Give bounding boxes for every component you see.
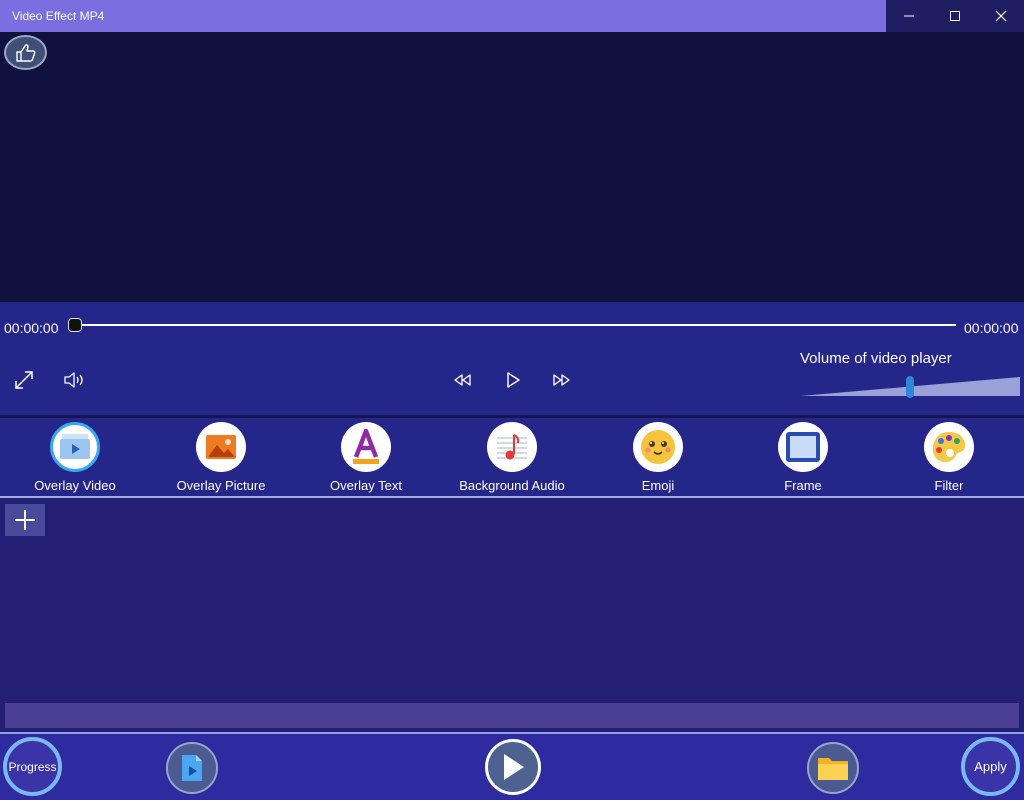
play-icon (507, 372, 520, 388)
effect-frame[interactable]: Frame (730, 418, 876, 496)
volume-button[interactable] (60, 366, 88, 394)
video-preview[interactable] (0, 32, 1024, 302)
effect-background-audio[interactable]: Background Audio (439, 418, 585, 496)
plus-icon (15, 510, 35, 530)
maximize-button[interactable] (932, 0, 978, 32)
fast-forward-icon (553, 374, 570, 386)
fullscreen-button[interactable] (10, 366, 38, 394)
thumbs-up-icon (15, 43, 35, 62)
volume-label: Volume of video player (800, 350, 952, 367)
overlay-picture-icon (196, 422, 246, 472)
effect-emoji[interactable]: Emoji (585, 418, 731, 496)
effect-label: Emoji (641, 478, 675, 493)
expand-icon (15, 371, 33, 389)
effect-overlay-picture[interactable]: Overlay Picture (148, 418, 294, 496)
preview-play-button[interactable] (485, 739, 541, 795)
play-button[interactable] (500, 366, 526, 394)
emoji-icon (633, 422, 683, 472)
progress-button[interactable]: Progress (3, 737, 62, 796)
effect-label: Overlay Text (329, 478, 402, 493)
like-button[interactable] (4, 35, 47, 70)
timeline-track[interactable] (5, 703, 1019, 728)
fast-forward-button[interactable] (548, 368, 576, 392)
effect-label: Overlay Picture (176, 478, 266, 493)
video-file-icon (182, 755, 202, 781)
current-time: 00:00:00 (4, 320, 59, 336)
overlay-text-icon (341, 422, 391, 472)
seek-bar[interactable] (76, 324, 956, 326)
window-controls (886, 0, 1024, 32)
window-title: Video Effect MP4 (12, 9, 105, 23)
total-time: 00:00:00 (964, 320, 1019, 336)
frame-icon (778, 422, 828, 472)
minimize-icon (904, 15, 914, 17)
volume-slider[interactable] (800, 376, 1020, 398)
seek-thumb[interactable] (68, 318, 82, 332)
apply-button[interactable]: Apply (961, 737, 1020, 796)
effect-overlay-video[interactable]: Overlay Video (2, 418, 148, 496)
title-bar: Video Effect MP4 (0, 0, 1024, 32)
effects-bar: Overlay Video Overlay Picture Overlay Te… (0, 418, 1024, 496)
volume-thumb (906, 376, 914, 398)
folder-icon (818, 758, 848, 780)
maximize-icon (950, 11, 960, 21)
effect-label: Frame (784, 478, 822, 493)
background-audio-icon (487, 422, 537, 472)
effect-label: Overlay Video (34, 478, 116, 493)
effect-filter[interactable]: Filter (876, 418, 1022, 496)
rewind-button[interactable] (448, 368, 476, 392)
close-icon (995, 10, 1007, 22)
minimize-button[interactable] (886, 0, 932, 32)
close-button[interactable] (978, 0, 1024, 32)
apply-label: Apply (974, 759, 1007, 774)
timeline-workspace (0, 498, 1024, 732)
effect-overlay-text[interactable]: Overlay Text (293, 418, 439, 496)
effect-label: Background Audio (459, 478, 565, 493)
filter-icon (924, 422, 974, 472)
play-icon (504, 754, 524, 780)
open-video-button[interactable] (166, 742, 218, 794)
overlay-video-icon (50, 422, 100, 472)
rewind-icon (454, 374, 471, 386)
add-button[interactable] (5, 504, 45, 536)
speaker-icon (64, 372, 83, 388)
effect-label: Filter (934, 478, 964, 493)
open-folder-button[interactable] (807, 742, 859, 794)
progress-label: Progress (8, 759, 57, 774)
